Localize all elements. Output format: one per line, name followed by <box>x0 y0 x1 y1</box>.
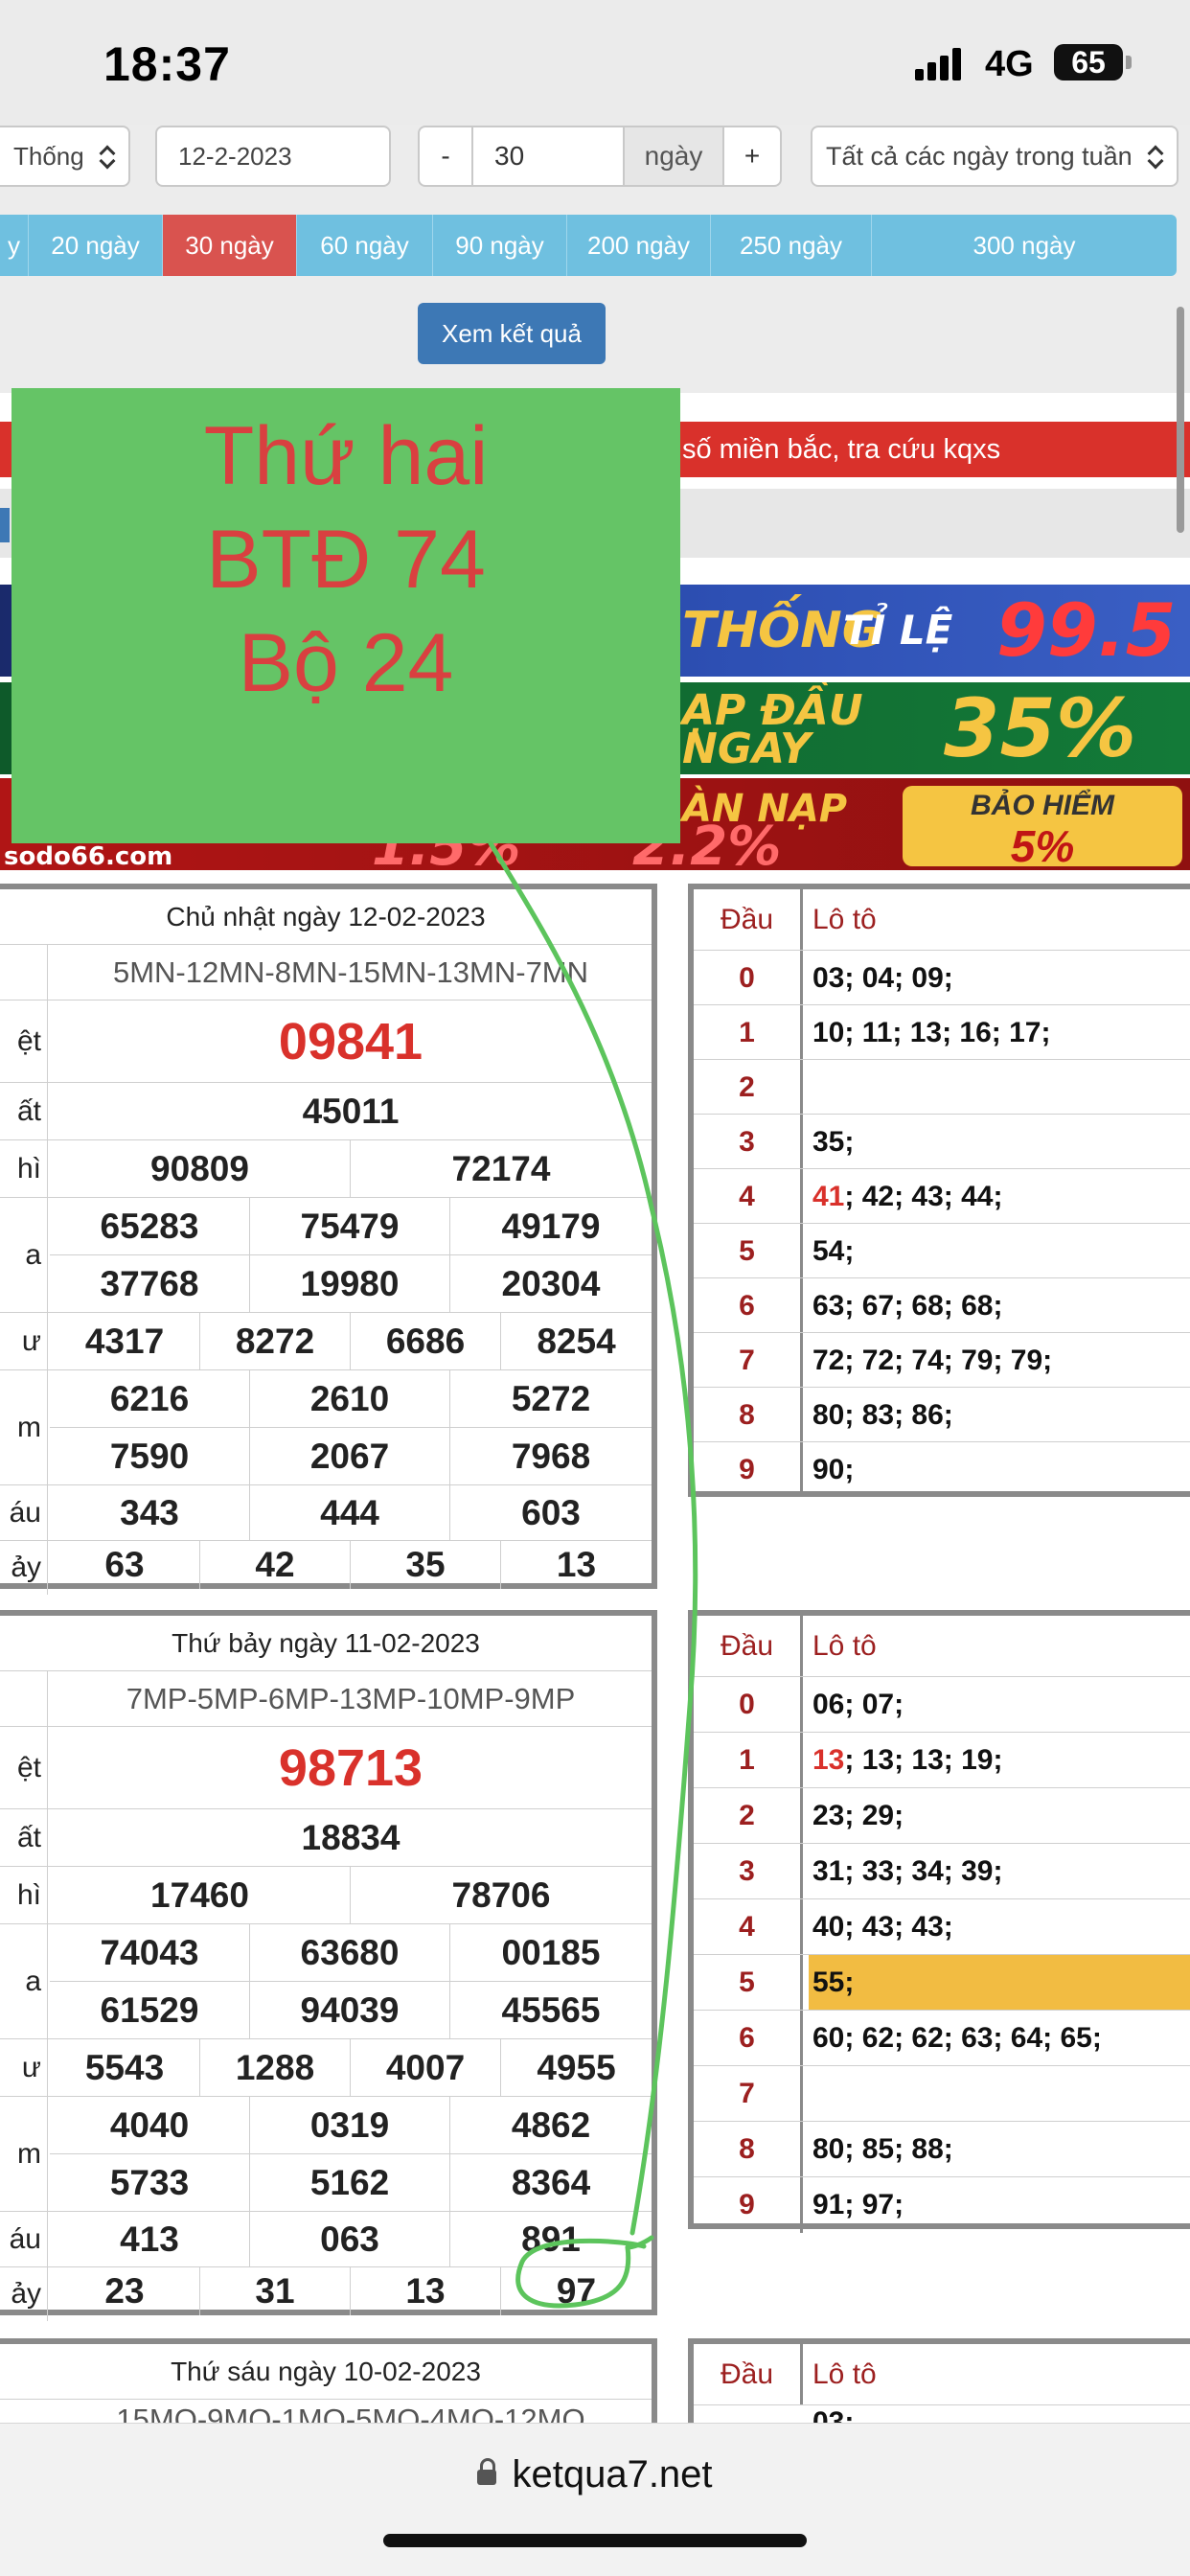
url-field[interactable]: ketqua7.net <box>0 2453 1190 2496</box>
lock-icon <box>477 2458 497 2485</box>
url-text: ketqua7.net <box>512 2453 713 2496</box>
annotation-stroke <box>488 840 698 2309</box>
scrollbar-thumb[interactable] <box>1177 307 1184 533</box>
home-indicator <box>383 2534 807 2547</box>
browser-address-bar <box>0 2423 1190 2576</box>
